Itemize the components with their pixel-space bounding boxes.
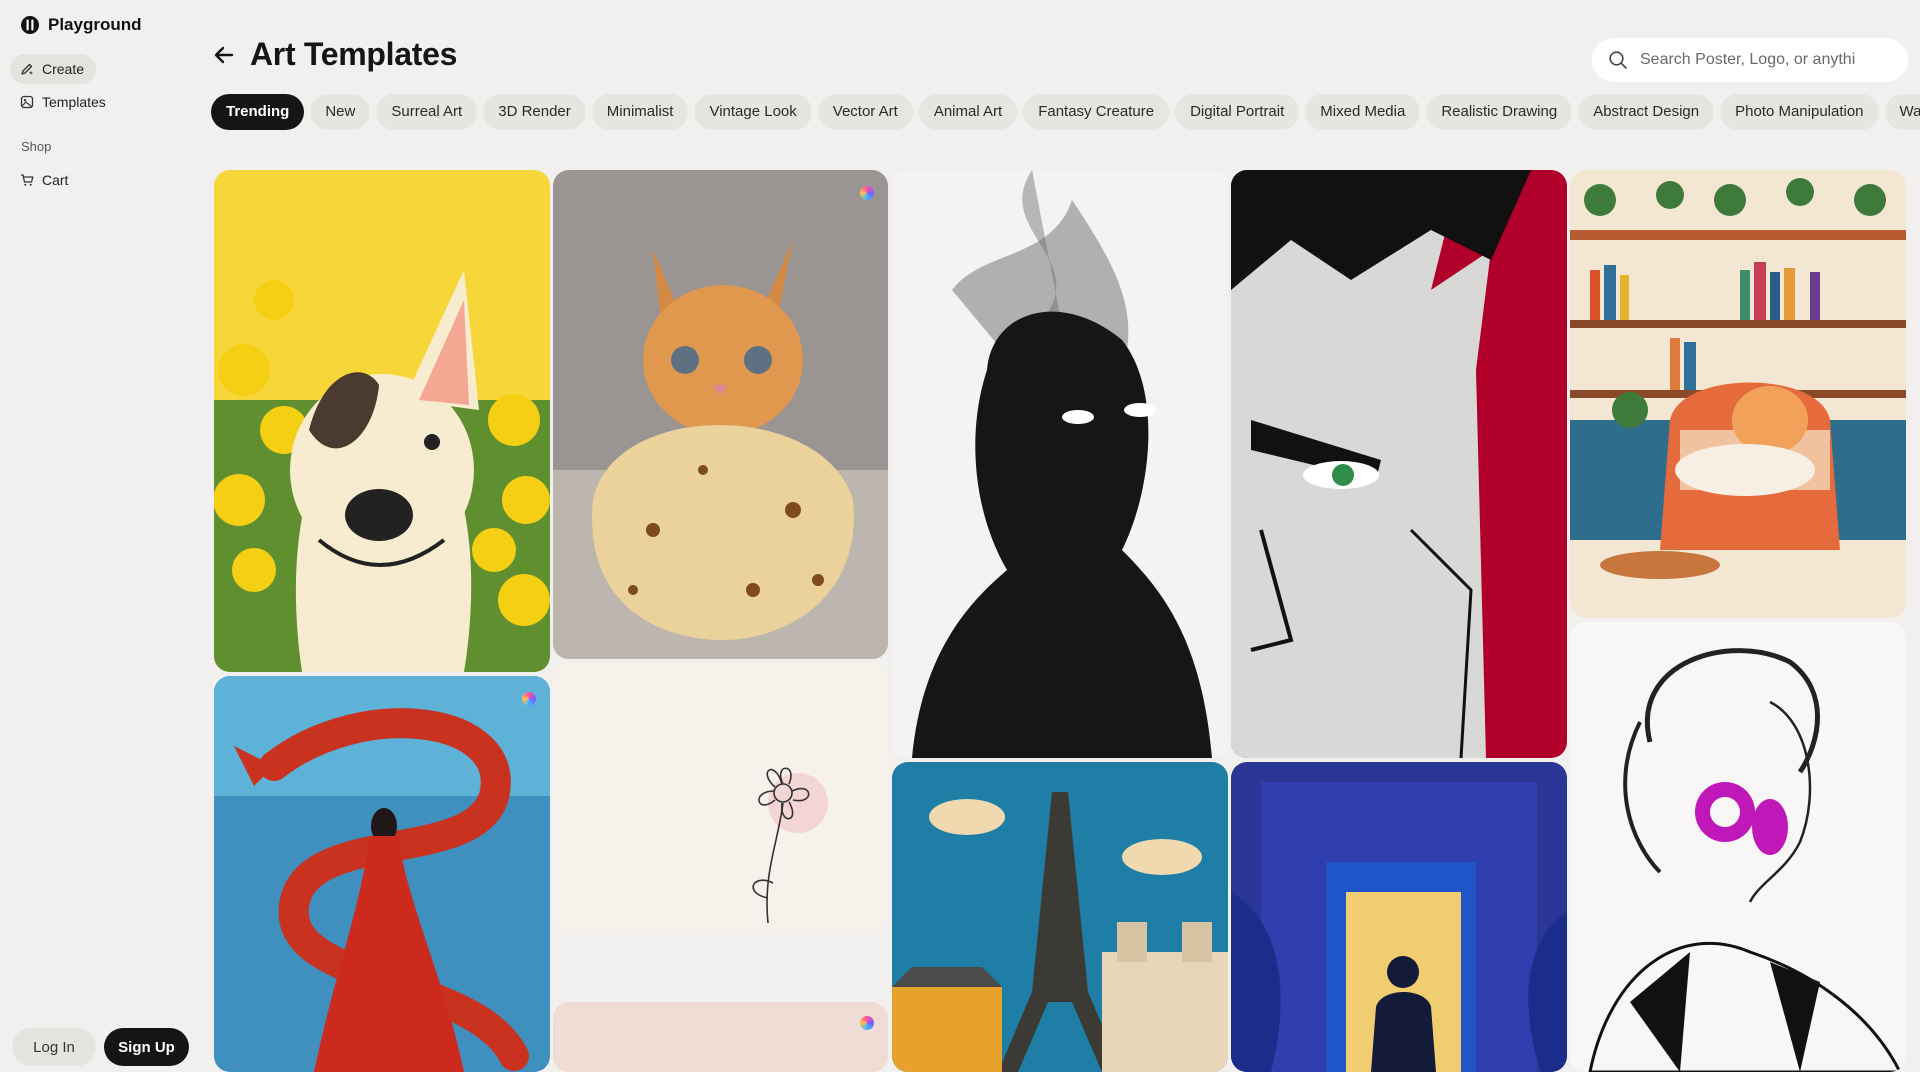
tab-vector-art[interactable]: Vector Art	[817, 94, 913, 130]
pastel-artwork	[553, 1002, 888, 1072]
tab-photo-manipulation[interactable]: Photo Manipulation	[1720, 94, 1879, 130]
kitten-artwork	[553, 170, 888, 659]
template-card-smoke-silhouette[interactable]	[892, 170, 1228, 758]
cart-icon	[21, 174, 34, 186]
library-cat-artwork	[1570, 170, 1906, 618]
eiffel-tower-artwork	[892, 762, 1228, 1072]
signup-button[interactable]: Sign Up	[104, 1028, 189, 1066]
tab-mixed-media[interactable]: Mixed Media	[1305, 94, 1421, 130]
tab-new[interactable]: New	[310, 94, 371, 130]
tab-animal-art[interactable]: Animal Art	[918, 94, 1018, 130]
comic-man-artwork	[1231, 170, 1567, 758]
ai-model-badge-icon	[860, 1016, 874, 1030]
tab-digital-portrait[interactable]: Digital Portrait	[1175, 94, 1300, 130]
tab-realistic-drawing[interactable]: Realistic Drawing	[1426, 94, 1573, 130]
auth-buttons: Log In Sign Up	[12, 1028, 189, 1066]
pen-sparkle-icon	[21, 63, 33, 75]
doorway-figure-artwork	[1231, 762, 1567, 1072]
tab-watercolor[interactable]: Waterc	[1884, 94, 1920, 130]
minimal-flower-artwork	[553, 663, 888, 931]
search-input[interactable]	[1640, 51, 1890, 69]
ai-model-badge-icon	[522, 692, 536, 706]
template-card-dog[interactable]	[214, 170, 550, 672]
ink-portrait-artwork	[1570, 622, 1906, 1072]
search-bar[interactable]	[1592, 38, 1908, 82]
tab-surreal-art[interactable]: Surreal Art	[376, 94, 478, 130]
template-card-eiffel-tower[interactable]	[892, 762, 1228, 1072]
tab-vintage-look[interactable]: Vintage Look	[694, 94, 812, 130]
search-icon	[1609, 51, 1627, 69]
template-card-dragon[interactable]	[214, 676, 550, 1072]
playground-logo-icon	[21, 16, 39, 34]
sidebar-item-templates[interactable]: Templates	[10, 87, 118, 117]
tab-3d-render[interactable]: 3D Render	[483, 94, 586, 130]
sidebar-item-label: Create	[42, 61, 85, 77]
tab-trending[interactable]: Trending	[211, 94, 305, 130]
template-card-pastel[interactable]	[553, 1002, 888, 1072]
tab-fantasy-creature[interactable]: Fantasy Creature	[1023, 94, 1170, 130]
arrow-left-icon[interactable]	[212, 43, 236, 67]
dog-artwork	[214, 170, 550, 672]
template-card-comic-man[interactable]	[1231, 170, 1567, 758]
sidebar: Playground Create Templates Shop Cart Lo…	[0, 0, 200, 1072]
login-button[interactable]: Log In	[12, 1028, 96, 1066]
tab-minimalist[interactable]: Minimalist	[591, 94, 689, 130]
template-card-doorway-figure[interactable]	[1231, 762, 1567, 1072]
template-card-kitten[interactable]	[553, 170, 888, 659]
template-card-ink-portrait[interactable]	[1570, 622, 1906, 1072]
sidebar-item-cart[interactable]: Cart	[10, 165, 80, 195]
app-logo[interactable]: Playground	[20, 15, 142, 35]
sidebar-item-label: Templates	[42, 94, 106, 110]
template-card-minimal-flower[interactable]	[553, 663, 888, 931]
sidebar-item-create[interactable]: Create	[10, 54, 97, 84]
smoke-silhouette-artwork	[892, 170, 1228, 758]
app-name: Playground	[48, 15, 142, 34]
templates-icon	[20, 95, 34, 109]
page-header: Art Templates	[212, 36, 457, 73]
tab-abstract-design[interactable]: Abstract Design	[1578, 94, 1715, 130]
template-card-cozy-library-cat[interactable]	[1570, 170, 1906, 618]
page-title: Art Templates	[250, 36, 458, 72]
ai-model-badge-icon	[860, 186, 874, 200]
sidebar-item-label: Cart	[42, 172, 69, 188]
sidebar-section-shop: Shop	[21, 139, 52, 154]
category-tabs: Trending New Surreal Art 3D Render Minim…	[211, 94, 1920, 130]
dragon-artwork	[214, 676, 550, 1072]
